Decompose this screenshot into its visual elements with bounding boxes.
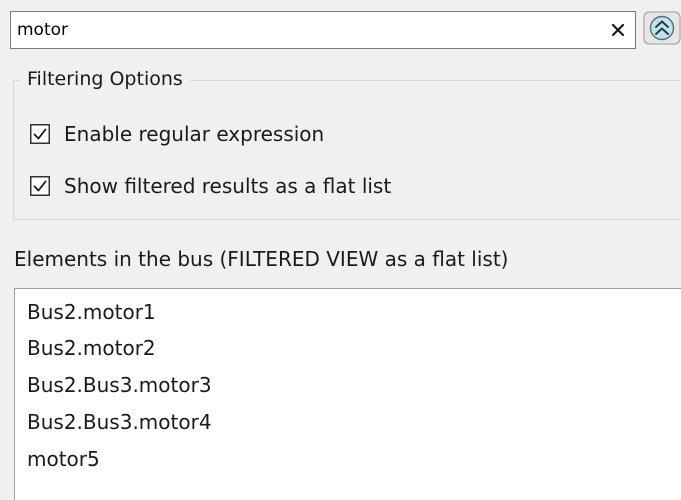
- search-field: [10, 11, 636, 49]
- list-item[interactable]: Bus2.Bus3.motor3: [27, 368, 212, 402]
- enable-regex-option[interactable]: Enable regular expression: [30, 119, 324, 149]
- elements-list-heading: Elements in the bus (FILTERED VIEW as a …: [14, 247, 509, 271]
- checkbox-checked-icon[interactable]: [30, 124, 50, 144]
- checkbox-checked-icon[interactable]: [30, 176, 50, 196]
- enable-regex-label: Enable regular expression: [64, 122, 325, 146]
- search-input[interactable]: [11, 12, 601, 48]
- flat-list-label: Show filtered results as a flat list: [64, 174, 392, 198]
- list-item[interactable]: Bus2.motor1: [27, 295, 156, 329]
- flat-list-option[interactable]: Show filtered results as a flat list: [30, 171, 391, 201]
- list-item[interactable]: Bus2.motor2: [27, 331, 156, 365]
- filtering-options-title: Filtering Options: [20, 64, 190, 94]
- list-item[interactable]: motor5: [27, 442, 100, 476]
- collapse-filter-button[interactable]: [643, 11, 681, 45]
- clear-search-button[interactable]: [601, 12, 635, 48]
- double-chevron-up-icon: [643, 11, 681, 45]
- list-item[interactable]: Bus2.Bus3.motor4: [27, 405, 212, 439]
- close-icon: [611, 23, 625, 37]
- elements-list[interactable]: Bus2.motor1 Bus2.motor2 Bus2.Bus3.motor3…: [14, 288, 681, 500]
